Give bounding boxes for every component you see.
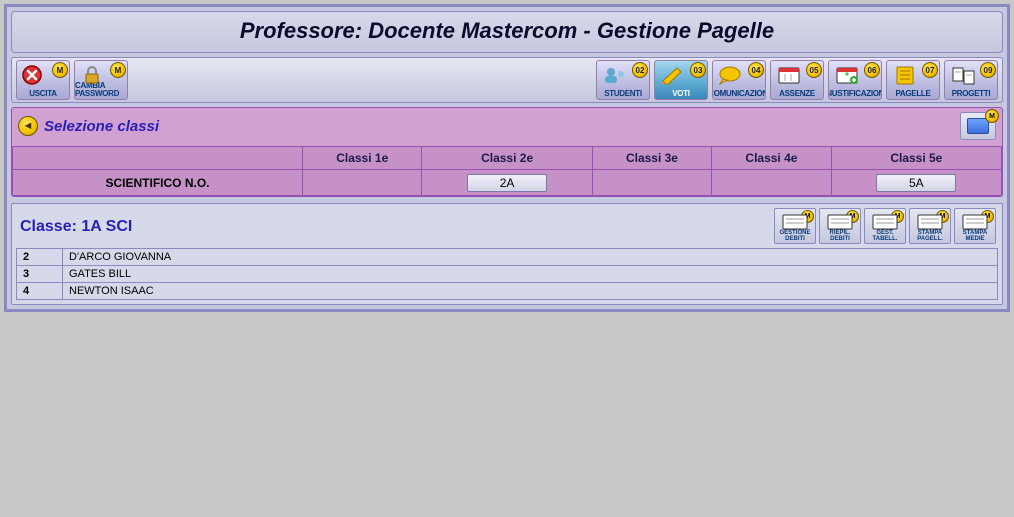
voti-button[interactable]: 03 VOTI <box>654 60 708 100</box>
grid-empty-header <box>13 147 303 170</box>
student-number: 3 <box>17 266 63 283</box>
cambia-password-button[interactable]: MCAMBIA PASSWORD <box>74 60 128 100</box>
grid-col-header: Classi 5e <box>831 147 1001 170</box>
toolbar-label: COMUNICAZIONI <box>712 90 766 98</box>
toolbar-badge: 04 <box>748 62 764 78</box>
pagelle-button[interactable]: 07 PAGELLE <box>886 60 940 100</box>
back-arrow-icon[interactable]: ◄ <box>18 116 38 136</box>
class-selection-grid: Classi 1eClassi 2eClassi 3eClassi 4eClas… <box>12 146 1002 196</box>
toolbar-badge: 05 <box>806 62 822 78</box>
section-title: Selezione classi <box>44 118 960 135</box>
uscita-button[interactable]: M USCITA <box>16 60 70 100</box>
stampa-medie-button[interactable]: MSTAMPAMEDIE <box>954 208 996 244</box>
toolbar-label: STUDENTI <box>604 90 642 98</box>
riepil-debiti-button[interactable]: MRIEPIL.DEBITI <box>819 208 861 244</box>
progetti-button[interactable]: 09 PROGETTI <box>944 60 998 100</box>
studenti-button[interactable]: 02 STUDENTI <box>596 60 650 100</box>
speech-icon <box>717 65 747 85</box>
toolbar-badge: M <box>52 62 68 78</box>
grid-cell <box>303 170 422 196</box>
toolbar-label: USCITA <box>29 90 56 98</box>
student-name: D'ARCO GIOVANNA <box>63 249 998 266</box>
exit-icon <box>21 65 51 85</box>
section-collapse-button[interactable]: M <box>960 112 996 140</box>
toolbar-label: VOTI <box>672 90 689 98</box>
toolbar-badge: 09 <box>980 62 996 78</box>
action-label: GESTIONEDEBITI <box>779 230 810 242</box>
toolbar-label: GIUSTIFICAZIONI <box>828 90 882 98</box>
action-label: STAMPAPAGELL. <box>917 230 943 242</box>
grid-col-header: Classi 1e <box>303 147 422 170</box>
grid-row-label: SCIENTIFICO N.O. <box>13 170 303 196</box>
table-row[interactable]: 3GATES BILL <box>17 266 998 283</box>
class-link[interactable]: 5A <box>876 174 956 192</box>
badge-m: M <box>985 109 999 123</box>
toolbar-label: ASSENZE <box>779 90 815 98</box>
toolbar-label: PAGELLE <box>895 90 930 98</box>
student-number: 2 <box>17 249 63 266</box>
toolbar-label: PROGETTI <box>952 90 991 98</box>
action-label: STAMPAMEDIE <box>963 230 987 242</box>
pencil-icon <box>659 65 689 85</box>
student-number: 4 <box>17 283 63 300</box>
students-table: 2D'ARCO GIOVANNA3GATES BILL4NEWTON ISAAC <box>16 248 998 300</box>
toolbar-badge: 07 <box>922 62 938 78</box>
student-name: NEWTON ISAAC <box>63 283 998 300</box>
main-toolbar: M USCITA MCAMBIA PASSWORD 02 STUDENTI 03 VOTI… <box>11 57 1003 103</box>
projects-icon <box>949 65 979 85</box>
gest-tabell-button[interactable]: MGEST.TABELL. <box>864 208 906 244</box>
student-icon <box>601 65 631 85</box>
selezione-classi-panel: ◄ Selezione classi M Classi 1eClassi 2eC… <box>11 107 1003 197</box>
grid-cell <box>592 170 711 196</box>
lock-icon <box>79 65 109 85</box>
giustificazioni-button[interactable]: 06 GIUSTIFICAZIONI <box>828 60 882 100</box>
stampa-pagell-button[interactable]: MSTAMPAPAGELL. <box>909 208 951 244</box>
toolbar-badge: 02 <box>632 62 648 78</box>
title-bar: Professore: Docente Mastercom - Gestione… <box>11 11 1003 53</box>
comunicazioni-button[interactable]: 04 COMUNICAZIONI <box>712 60 766 100</box>
action-label: RIEPIL.DEBITI <box>829 230 850 242</box>
grid-cell: 2A <box>422 170 592 196</box>
table-row[interactable]: 4NEWTON ISAAC <box>17 283 998 300</box>
toolbar-badge: 06 <box>864 62 880 78</box>
grid-col-header: Classi 2e <box>422 147 592 170</box>
gestione-debiti-button[interactable]: MGESTIONEDEBITI <box>774 208 816 244</box>
grid-col-header: Classi 3e <box>592 147 711 170</box>
app-window: Professore: Docente Mastercom - Gestione… <box>4 4 1010 312</box>
calendar-plus-icon <box>833 65 863 85</box>
calendar-icon <box>775 65 805 85</box>
class-panel: Classe: 1A SCI MGESTIONEDEBITIMRIEPIL.DE… <box>11 203 1003 305</box>
toolbar-badge: M <box>110 62 126 78</box>
action-label: GEST.TABELL. <box>873 230 898 242</box>
class-link[interactable]: 2A <box>467 174 547 192</box>
toolbar-badge: 03 <box>690 62 706 78</box>
assenze-button[interactable]: 05 ASSENZE <box>770 60 824 100</box>
page-title: Professore: Docente Mastercom - Gestione… <box>12 18 1002 44</box>
grid-col-header: Classi 4e <box>712 147 831 170</box>
grid-cell <box>712 170 831 196</box>
report-icon <box>891 65 921 85</box>
table-row[interactable]: 2D'ARCO GIOVANNA <box>17 249 998 266</box>
student-name: GATES BILL <box>63 266 998 283</box>
grid-cell: 5A <box>831 170 1001 196</box>
class-panel-title: Classe: 1A SCI <box>16 218 132 236</box>
